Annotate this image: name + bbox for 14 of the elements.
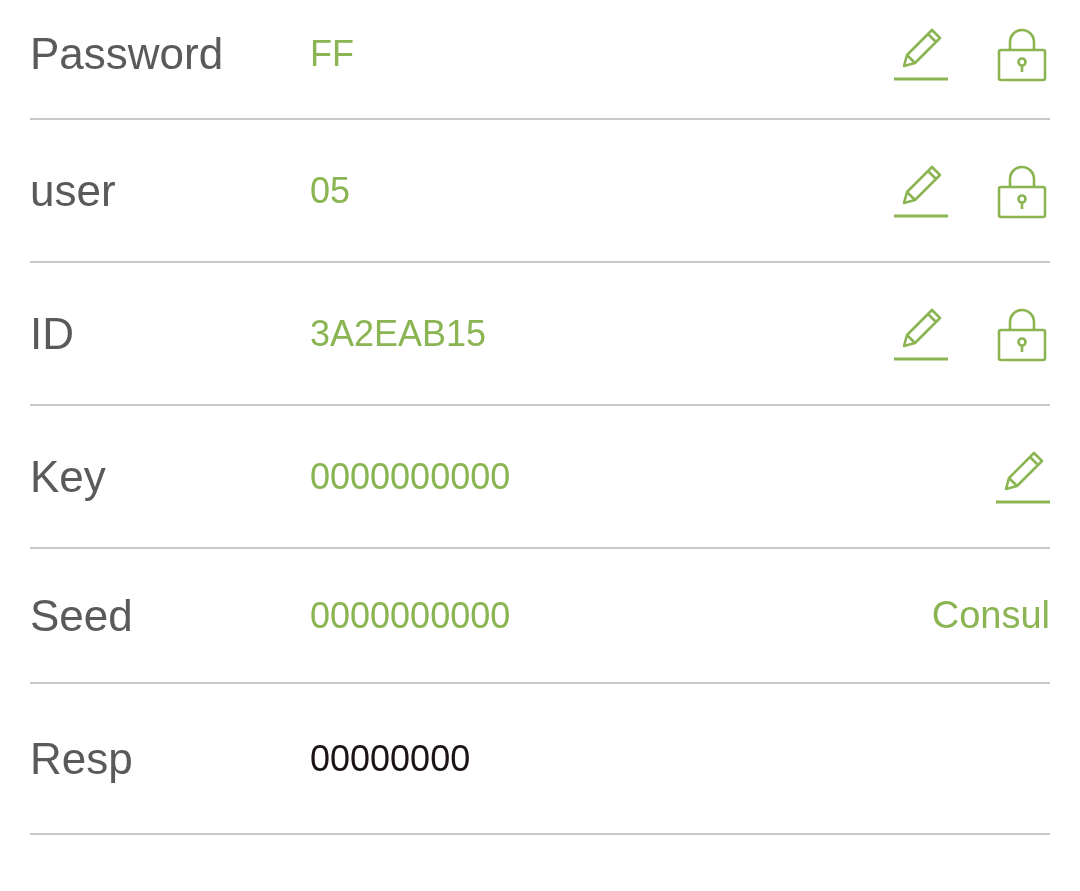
- field-value: 3A2EAB15: [310, 311, 487, 356]
- field-value: 0000000000: [310, 454, 511, 499]
- field-label: Key: [30, 450, 107, 503]
- field-value: 0000000000: [310, 593, 511, 638]
- field-label: Password: [30, 28, 225, 80]
- field-value: FF: [310, 32, 354, 76]
- field-label: Resp: [30, 732, 134, 785]
- edit-icon[interactable]: [892, 26, 948, 82]
- field-label: user: [30, 164, 117, 217]
- consult-link[interactable]: Consul: [931, 587, 1050, 644]
- field-label: Seed: [30, 589, 134, 642]
- field-label: ID: [30, 307, 75, 360]
- field-value: 00000000: [310, 736, 471, 781]
- field-value: 05: [310, 168, 351, 213]
